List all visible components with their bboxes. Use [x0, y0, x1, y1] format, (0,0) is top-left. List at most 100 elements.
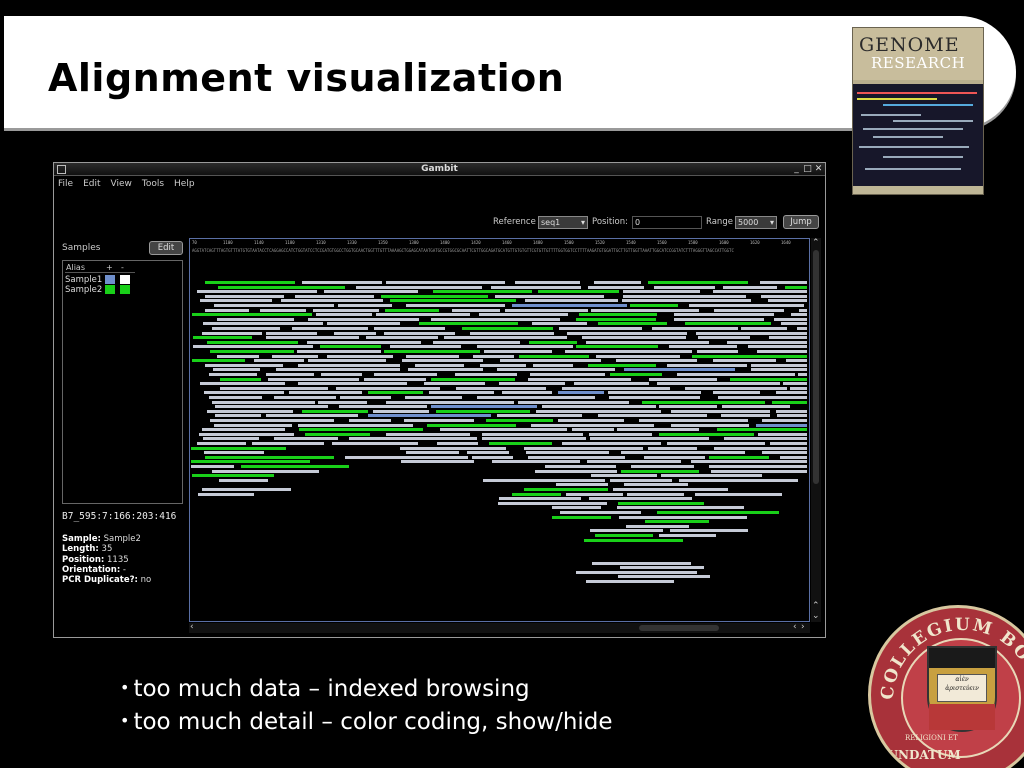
aligned-read[interactable] [430, 377, 516, 381]
aligned-read[interactable] [199, 382, 286, 386]
aligned-read[interactable] [618, 575, 710, 579]
aligned-read[interactable] [557, 419, 625, 422]
reference-select[interactable]: seq1 ▾ [538, 216, 588, 229]
aligned-read[interactable] [756, 350, 807, 353]
aligned-read[interactable] [557, 391, 604, 395]
aligned-read[interactable] [192, 359, 246, 363]
aligned-read[interactable] [498, 497, 582, 501]
aligned-read[interactable] [750, 368, 807, 372]
aligned-read[interactable] [349, 437, 478, 441]
aligned-read[interactable] [695, 492, 782, 496]
aligned-read[interactable] [204, 281, 296, 284]
aligned-read[interactable] [583, 538, 684, 542]
aligned-read[interactable] [622, 299, 752, 303]
aligned-read[interactable] [519, 354, 589, 358]
aligned-read[interactable] [215, 405, 329, 409]
aligned-read[interactable] [542, 405, 656, 409]
aligned-read[interactable] [368, 391, 424, 395]
aligned-read[interactable] [670, 423, 749, 427]
aligned-read[interactable] [776, 391, 807, 395]
aligned-read[interactable] [558, 327, 643, 330]
aligned-read[interactable] [588, 285, 644, 289]
scroll-left-icon[interactable]: ‹ [793, 623, 797, 632]
aligned-read[interactable] [712, 359, 776, 363]
aligned-read[interactable] [676, 373, 796, 376]
aligned-read[interactable] [529, 340, 578, 344]
aligned-read[interactable] [315, 313, 373, 317]
aligned-read[interactable] [385, 400, 515, 404]
aligned-read[interactable] [199, 299, 272, 303]
aligned-read[interactable] [630, 465, 695, 468]
aligned-read[interactable] [798, 373, 807, 376]
aligned-read[interactable] [689, 304, 805, 307]
header-minus[interactable]: - [121, 263, 124, 273]
aligned-read[interactable] [210, 419, 334, 422]
aligned-read[interactable] [780, 322, 807, 326]
aligned-read[interactable] [697, 350, 738, 353]
menu-help[interactable]: Help [174, 177, 195, 191]
aligned-read[interactable] [573, 382, 649, 386]
aligned-read[interactable] [560, 511, 642, 514]
aligned-read[interactable] [511, 492, 562, 496]
aligned-read[interactable] [622, 290, 700, 294]
header-alias[interactable]: Alias [66, 263, 85, 273]
aligned-read[interactable] [273, 396, 336, 399]
aligned-read[interactable] [528, 455, 626, 459]
aligned-read[interactable] [196, 442, 246, 445]
aligned-read[interactable] [667, 442, 766, 445]
aligned-read[interactable] [299, 428, 424, 432]
scroll-right-icon[interactable]: › [801, 623, 805, 632]
aligned-read[interactable] [529, 373, 606, 376]
aligned-read[interactable] [208, 396, 263, 399]
aligned-read[interactable] [668, 345, 737, 349]
aligned-read[interactable] [512, 304, 627, 307]
aligned-read[interactable] [768, 299, 807, 303]
aligned-read[interactable] [685, 322, 772, 326]
aligned-read[interactable] [209, 350, 295, 353]
scroll-up-icon[interactable]: ⌃ [812, 239, 820, 248]
menu-tools[interactable]: Tools [142, 177, 164, 191]
aligned-read[interactable] [589, 437, 710, 441]
aligned-read[interactable] [496, 414, 583, 418]
aligned-read[interactable] [213, 423, 292, 427]
aligned-read[interactable] [218, 285, 346, 289]
sample2-plus-swatch[interactable] [105, 285, 115, 294]
aligned-read[interactable] [190, 460, 311, 464]
maximize-icon[interactable]: □ [803, 163, 812, 175]
aligned-read[interactable] [472, 455, 513, 459]
aligned-read[interactable] [598, 322, 667, 326]
aligned-read[interactable] [615, 359, 698, 363]
aligned-read[interactable] [432, 340, 521, 344]
close-icon[interactable]: ✕ [814, 163, 823, 175]
aligned-read[interactable] [355, 285, 482, 289]
aligned-read[interactable] [443, 336, 567, 340]
aligned-read[interactable] [267, 377, 359, 381]
scroll-up-icon[interactable]: ⌃ [812, 602, 820, 611]
aligned-read[interactable] [429, 391, 494, 395]
aligned-read[interactable] [727, 340, 807, 344]
aligned-read[interactable] [609, 373, 662, 376]
aligned-read[interactable] [555, 483, 609, 487]
aligned-read[interactable] [289, 391, 362, 395]
aligned-read[interactable] [531, 423, 655, 427]
aligned-read[interactable] [302, 281, 382, 284]
aligned-read[interactable] [305, 432, 371, 436]
menu-file[interactable]: File [58, 177, 73, 191]
horizontal-scroll-thumb[interactable] [639, 625, 719, 631]
aligned-read[interactable] [198, 432, 295, 436]
scroll-left-icon[interactable]: ‹ [190, 623, 194, 632]
aligned-read[interactable] [576, 345, 659, 349]
aligned-read[interactable] [594, 281, 641, 284]
aligned-read[interactable] [587, 363, 657, 367]
aligned-read[interactable] [590, 474, 658, 478]
aligned-read[interactable] [190, 465, 234, 468]
aligned-read[interactable] [630, 304, 678, 307]
aligned-read[interactable] [525, 299, 618, 303]
aligned-read[interactable] [500, 359, 601, 363]
aligned-read[interactable] [623, 483, 689, 487]
aligned-read[interactable] [276, 368, 400, 372]
aligned-read[interactable] [273, 437, 339, 441]
aligned-read[interactable] [638, 419, 749, 422]
aligned-read[interactable] [431, 405, 538, 409]
aligned-read[interactable] [373, 327, 445, 330]
